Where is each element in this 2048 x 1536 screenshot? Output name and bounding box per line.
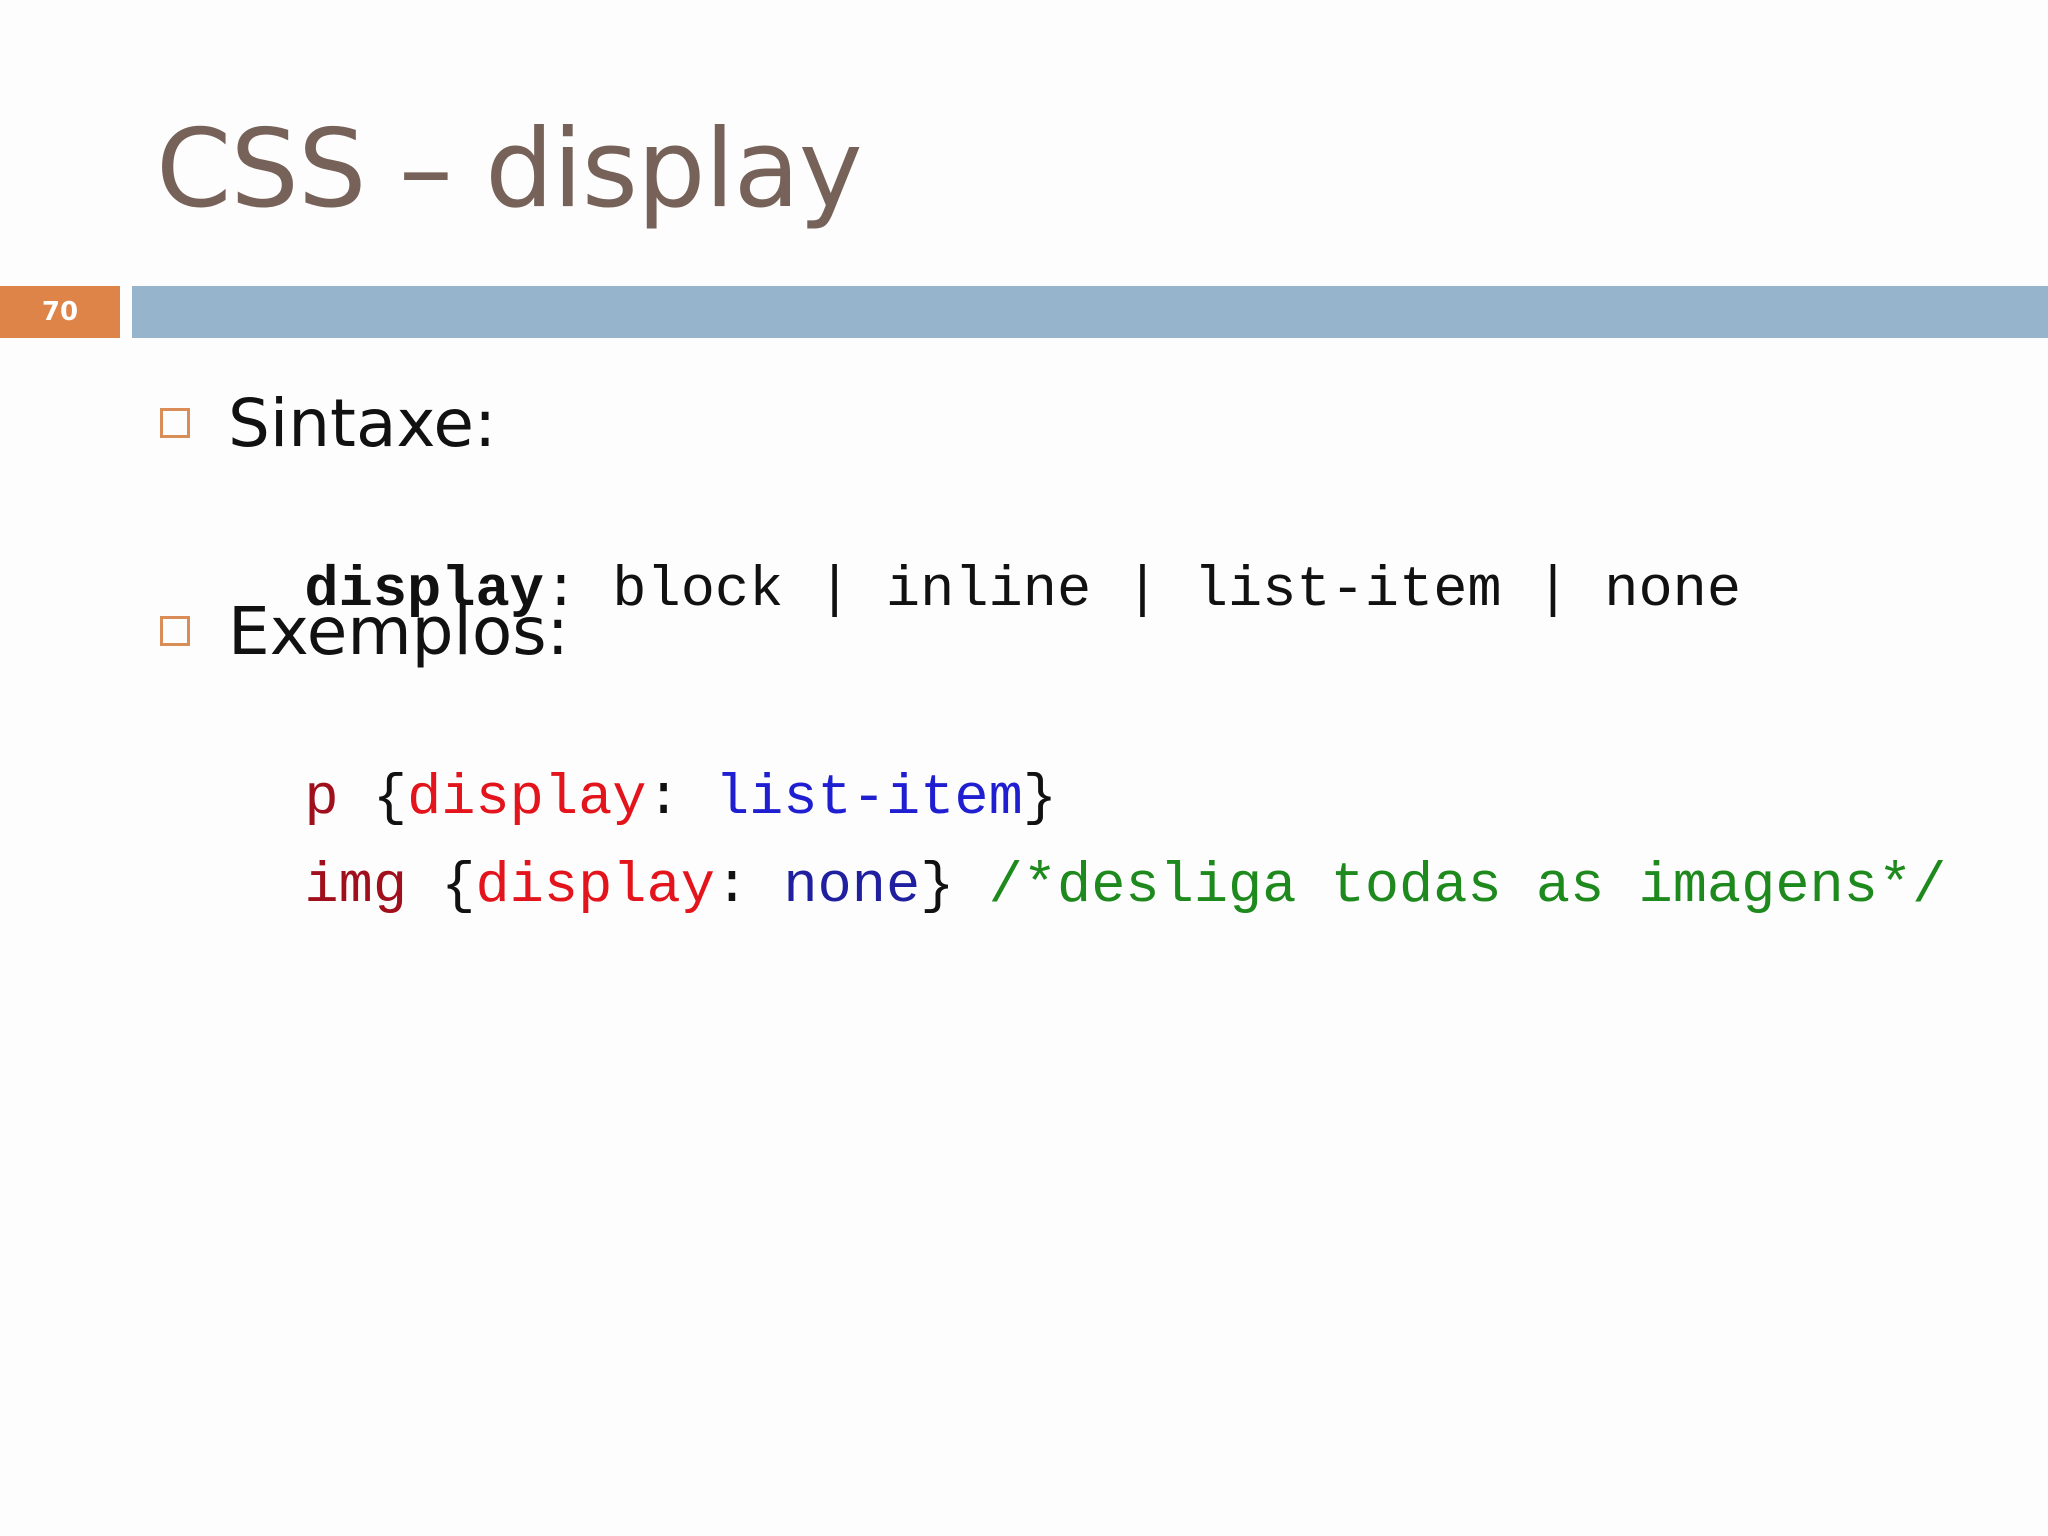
bullet-exemplos: Exemplos:: [160, 586, 569, 676]
slide-number: 70: [0, 286, 120, 338]
bullet-label-sintaxe: Sintaxe:: [228, 384, 497, 462]
square-bullet-icon: [160, 408, 190, 438]
bullet-sintaxe: Sintaxe:: [160, 378, 496, 468]
code-token: : block | inline | list-item | none: [543, 559, 1742, 623]
square-bullet-icon: [160, 616, 190, 646]
code-token: }: [920, 855, 989, 919]
title-divider-bar: [132, 286, 2048, 338]
code-token: display: [475, 855, 715, 919]
code-token: {: [441, 855, 476, 919]
code-token: img: [304, 855, 442, 919]
code-line-example-img: img {display: none} /*desliga todas as i…: [236, 782, 1946, 919]
code-token: /*desliga todas as imagens*/: [988, 855, 1947, 919]
code-line-syntax: display: block | inline | list-item | no…: [236, 486, 1741, 623]
bullet-label-exemplos: Exemplos:: [228, 592, 569, 670]
slide-title: CSS – display: [156, 107, 863, 232]
code-token: :: [714, 855, 784, 919]
code-line-example-p: p {display: list-item}: [236, 694, 1057, 831]
code-token: none: [783, 855, 921, 919]
